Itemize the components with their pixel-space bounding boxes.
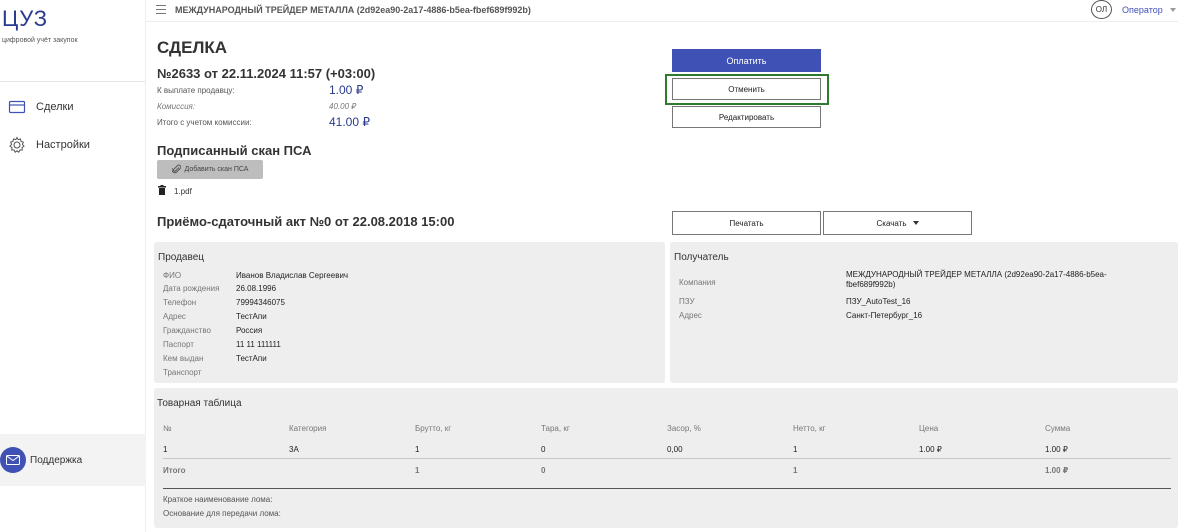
table-cell: 0: [541, 445, 546, 454]
column-header: Цена: [919, 424, 939, 433]
gear-icon: [8, 136, 26, 154]
file-name[interactable]: 1.pdf: [174, 187, 192, 196]
table-cell: 1.00 ₽: [1045, 445, 1068, 454]
header: МЕЖДУНАРОДНЫЙ ТРЕЙДЕР МЕТАЛЛА (2d92ea90-…: [146, 0, 1178, 22]
recipient-pzu-value: ПЗУ_AutoTest_16: [846, 297, 911, 306]
table-cell: 1: [793, 445, 798, 454]
recipient-panel: Получатель Компания МЕЖДУНАРОДНЫЙ ТРЕЙДЕ…: [670, 242, 1178, 383]
table-cell: 0,00: [667, 445, 683, 454]
sidebar-item-label: Настройки: [36, 139, 90, 151]
seller-key: Телефон: [163, 298, 197, 307]
total-cell: Итого: [163, 466, 186, 475]
logo[interactable]: ЦУЗ: [2, 6, 48, 32]
table-bottom-divider: [163, 488, 1171, 489]
header-title: МЕЖДУНАРОДНЫЙ ТРЕЙДЕР МЕТАЛЛА (2d92ea90-…: [175, 5, 531, 15]
seller-value: 79994346075: [236, 298, 285, 307]
total-cell: 1: [415, 466, 420, 475]
recipient-pzu-label: ПЗУ: [679, 297, 695, 306]
mail-icon: [0, 447, 26, 473]
total-cell: 1.00 ₽: [1045, 466, 1069, 475]
file-item: 1.pdf: [158, 185, 192, 197]
caret-down-icon: [912, 221, 919, 225]
column-header: Сумма: [1045, 424, 1071, 433]
deal-number: №2633 от 22.11.2024 11:57 (+03:00): [157, 66, 376, 81]
table-divider: [163, 458, 1171, 459]
recipient-address-value: Санкт-Петербург_16: [846, 311, 923, 320]
table-cell: 3А: [289, 445, 299, 454]
print-button[interactable]: Печатать: [672, 211, 821, 235]
seller-key: Паспорт: [163, 340, 194, 349]
column-header: №: [163, 424, 172, 433]
scan-heading: Подписанный скан ПСА: [157, 143, 312, 158]
sidebar-divider: [0, 81, 146, 82]
seller-value: Иванов Владислав Сергеевич: [236, 271, 349, 280]
recipient-company-label: Компания: [679, 278, 716, 287]
menu-icon[interactable]: [156, 5, 166, 14]
cancel-button[interactable]: Отменить: [672, 78, 821, 100]
trash-icon[interactable]: [158, 185, 166, 197]
chevron-down-icon[interactable]: [1170, 8, 1176, 12]
goods-table-title: Товарная таблица: [157, 398, 242, 409]
column-header: Категория: [289, 424, 327, 433]
seller-key: Дата рождения: [163, 284, 220, 293]
seller-key: ФИО: [163, 271, 182, 280]
add-scan-label: Добавить скан ПСА: [184, 166, 249, 173]
recipient-company-value: МЕЖДУНАРОДНЫЙ ТРЕЙДЕР МЕТАЛЛА (2d92ea90-…: [846, 270, 1107, 279]
seller-title: Продавец: [158, 252, 204, 263]
sidebar: ЦУЗ цифровой учёт закупок Сделки Настрой…: [0, 0, 146, 532]
column-header: Тара, кг: [541, 424, 570, 433]
seller-key: Транспорт: [163, 368, 202, 377]
sidebar-item-deals[interactable]: Сделки: [8, 98, 74, 116]
recipient-address-label: Адрес: [679, 311, 702, 320]
table-cell: 1: [163, 445, 168, 454]
seller-key: Кем выдан: [163, 354, 204, 363]
seller-key: Гражданство: [163, 326, 211, 335]
column-header: Брутто, кг: [415, 424, 452, 433]
total-cell: 1: [793, 466, 798, 475]
seller-value: 26.08.1996: [236, 284, 277, 293]
avatar[interactable]: ОЛ: [1091, 0, 1112, 19]
table-cell: 1: [415, 445, 420, 454]
edit-button[interactable]: Редактировать: [672, 106, 821, 128]
download-label: Скачать: [876, 218, 907, 228]
scrap-basis-label: Основание для передачи лома:: [163, 509, 281, 518]
paperclip-icon: [171, 164, 181, 176]
commission-label: Комиссия:: [157, 102, 196, 111]
seller-value: 11 11 111111: [236, 340, 281, 349]
total-label: Итого с учетом комиссии:: [157, 118, 252, 127]
column-header: Засор, %: [667, 424, 701, 433]
column-header: Нетто, кг: [793, 424, 826, 433]
recipient-company-value-cont: fbef689f992b): [846, 280, 896, 289]
total-value: 41.00 ₽: [329, 115, 370, 129]
sidebar-item-settings[interactable]: Настройки: [8, 136, 90, 154]
payout-value: 1.00 ₽: [329, 83, 364, 97]
seller-panel: Продавец ФИО Иванов Владислав Сергеевич …: [154, 242, 665, 383]
seller-value: ТестАпи: [236, 312, 267, 321]
seller-value: Россия: [236, 326, 263, 335]
download-button[interactable]: Скачать: [823, 211, 972, 235]
sidebar-item-label: Сделки: [36, 101, 74, 113]
goods-table-panel: Товарная таблица № Категория Брутто, кг …: [154, 388, 1178, 528]
add-scan-button[interactable]: Добавить скан ПСА: [157, 160, 263, 179]
commission-value: 40.00 ₽: [329, 102, 357, 111]
total-cell: 0: [541, 466, 546, 475]
card-icon: [8, 98, 26, 116]
operator-menu[interactable]: Оператор: [1122, 5, 1163, 15]
table-cell: 1.00 ₽: [919, 445, 942, 454]
scrap-short-name-label: Краткое наименование лома:: [163, 495, 273, 504]
seller-key: Адрес: [163, 312, 186, 321]
recipient-title: Получатель: [674, 252, 729, 263]
pay-button[interactable]: Оплатить: [672, 49, 821, 72]
act-heading: Приёмо-сдаточный акт №0 от 22.08.2018 15…: [157, 214, 455, 229]
page-title: СДЕЛКА: [157, 38, 228, 57]
logo-subtitle: цифровой учёт закупок: [2, 37, 78, 44]
support-button[interactable]: Поддержка: [0, 434, 146, 486]
support-label: Поддержка: [30, 454, 83, 466]
payout-label: К выплате продавцу:: [157, 86, 235, 95]
seller-value: ТестАпи: [236, 354, 267, 363]
